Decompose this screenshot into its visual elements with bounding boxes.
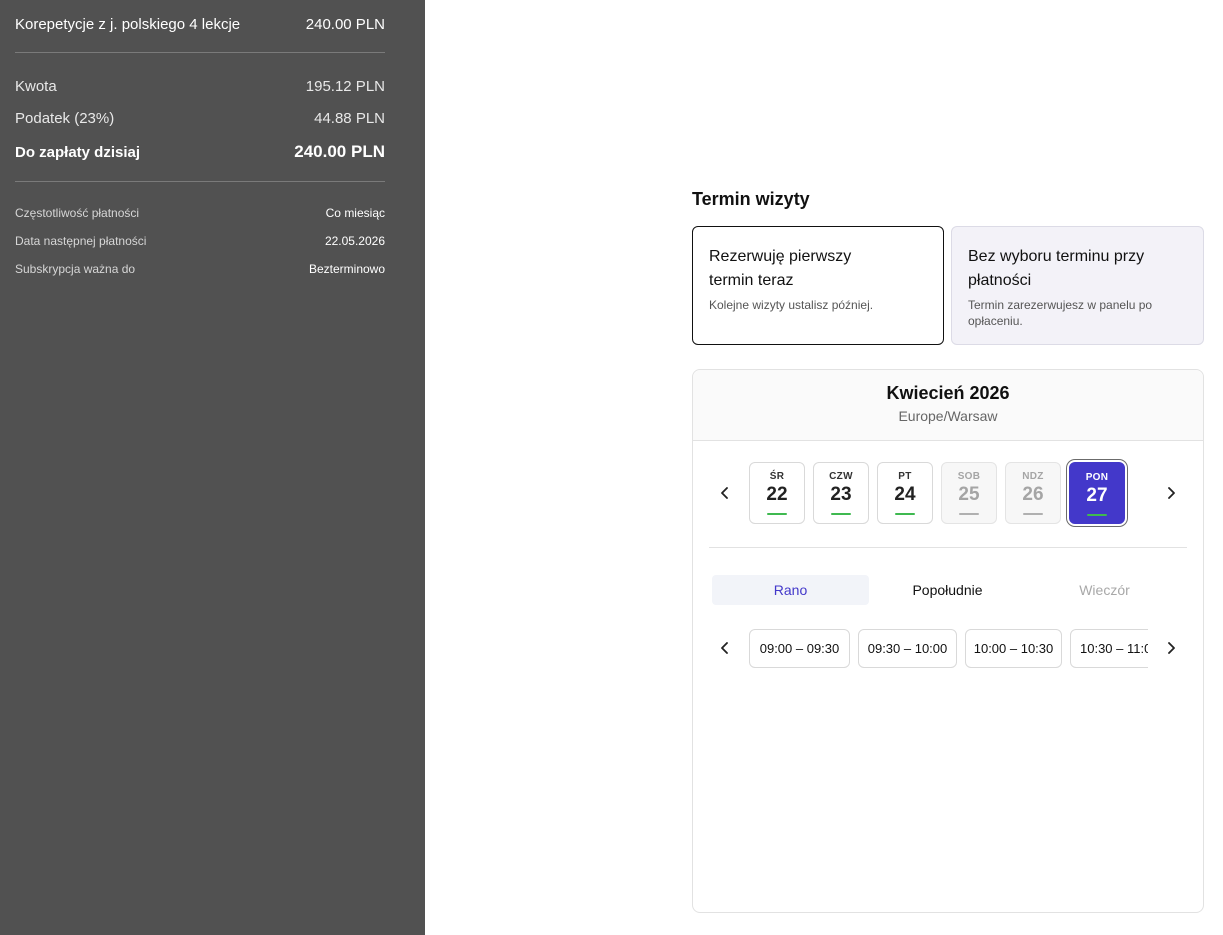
total-label: Do zapłaty dzisiaj — [15, 143, 141, 161]
day-24[interactable]: PT 24 — [877, 462, 933, 524]
day-27[interactable]: PON 27 — [1069, 462, 1125, 524]
availability-indicator — [959, 513, 979, 515]
day-name: SOB — [957, 471, 981, 482]
valid-until-label: Subskrypcja ważna do — [15, 262, 136, 276]
frequency-row: Częstotliwość płatności Co miesiąc — [15, 206, 385, 220]
day-number: 27 — [1086, 485, 1108, 506]
tax-label: Podatek (23%) — [15, 110, 115, 127]
slots-prev-button[interactable] — [715, 638, 735, 658]
calendar-card: Kwiecień 2026 Europe/Warsaw ŚR 22 CZW 23… — [692, 369, 1204, 913]
availability-indicator — [1087, 514, 1107, 516]
day-number: 25 — [958, 484, 980, 505]
days-next-button[interactable] — [1161, 483, 1181, 503]
time-slot[interactable]: 10:00 – 10:30 — [965, 629, 1062, 668]
day-name: PT — [898, 471, 912, 482]
option-title: Bez wyboru terminu przy płatności — [968, 248, 1145, 289]
valid-until-row: Subskrypcja ważna do Bezterminowo — [15, 262, 385, 276]
time-slot[interactable]: 09:00 – 09:30 — [749, 629, 850, 668]
chevron-left-icon — [721, 642, 728, 654]
days-prev-button[interactable] — [715, 483, 735, 503]
calendar-month: Kwiecień 2026 — [886, 383, 1010, 403]
order-summary-panel: Korepetycje z j. polskiego 4 lekcje 240.… — [0, 0, 425, 935]
next-payment-value: 22.05.2026 — [324, 234, 385, 248]
frequency-label: Częstotliwość płatności — [15, 206, 140, 220]
tax-row: Podatek (23%) 44.88 PLN — [15, 110, 385, 127]
day-name: ŚR — [769, 471, 785, 482]
availability-indicator — [1023, 513, 1043, 515]
day-number: 24 — [894, 484, 916, 505]
slots-next-button[interactable] — [1161, 638, 1181, 658]
time-slots: 09:00 – 09:30 09:30 – 10:00 10:00 – 10:3… — [749, 629, 1148, 669]
day-26[interactable]: NDZ 26 — [1005, 462, 1061, 524]
availability-indicator — [767, 513, 787, 515]
day-23[interactable]: CZW 23 — [813, 462, 869, 524]
tab-evening: Wieczór — [1079, 582, 1130, 598]
day-name: PON — [1085, 472, 1109, 483]
day-number: 23 — [830, 484, 852, 505]
frequency-value: Co miesiąc — [325, 206, 385, 220]
day-number: 22 — [766, 484, 788, 505]
product-row: Korepetycje z j. polskiego 4 lekcje 240.… — [15, 16, 385, 33]
total-row: Do zapłaty dzisiaj 240.00 PLN — [15, 142, 385, 162]
option-subtitle: Kolejne wizyty ustalisz później. — [709, 298, 874, 312]
divider — [15, 52, 385, 53]
chevron-right-icon — [1168, 487, 1175, 499]
option-book-later[interactable]: Bez wyboru terminu przy płatności Termin… — [951, 226, 1204, 345]
day-22[interactable]: ŚR 22 — [749, 462, 805, 524]
day-name: CZW — [829, 471, 853, 482]
day-25[interactable]: SOB 25 — [941, 462, 997, 524]
time-slot[interactable]: 09:30 – 10:00 — [858, 629, 957, 668]
total-value: 240.00 PLN — [294, 142, 385, 161]
amount-label: Kwota — [15, 78, 57, 95]
availability-indicator — [831, 513, 851, 515]
amount-row: Kwota 195.12 PLN — [15, 78, 385, 95]
product-price: 240.00 PLN — [305, 16, 385, 33]
valid-until-value: Bezterminowo — [308, 262, 385, 276]
calendar-timezone: Europe/Warsaw — [898, 408, 998, 424]
calendar-header: Kwiecień 2026 Europe/Warsaw — [693, 370, 1203, 441]
divider — [15, 181, 385, 182]
day-name: NDZ — [1022, 471, 1044, 482]
day-number: 26 — [1022, 484, 1044, 505]
section-title: Termin wizyty — [692, 189, 810, 209]
product-name: Korepetycje z j. polskiego 4 lekcje — [15, 16, 241, 33]
amount-value: 195.12 PLN — [305, 78, 385, 95]
divider — [709, 547, 1187, 548]
option-book-now[interactable]: Rezerwuję pierwszy termin teraz Kolejne … — [692, 226, 944, 345]
next-payment-label: Data następnej płatności — [15, 234, 147, 248]
time-slot[interactable]: 10:30 – 11:00 — [1070, 629, 1148, 668]
tax-value: 44.88 PLN — [314, 110, 385, 127]
chevron-right-icon — [1168, 642, 1175, 654]
option-title: Rezerwuję pierwszy termin teraz — [709, 248, 852, 289]
chevron-left-icon — [721, 487, 728, 499]
availability-indicator — [895, 513, 915, 515]
tab-afternoon[interactable]: Popołudnie — [869, 575, 1026, 605]
option-subtitle: Termin zarezerwujesz w panelu po opłacen… — [968, 298, 1153, 328]
next-payment-row: Data następnej płatności 22.05.2026 — [15, 234, 385, 248]
tab-morning[interactable]: Rano — [712, 575, 869, 605]
